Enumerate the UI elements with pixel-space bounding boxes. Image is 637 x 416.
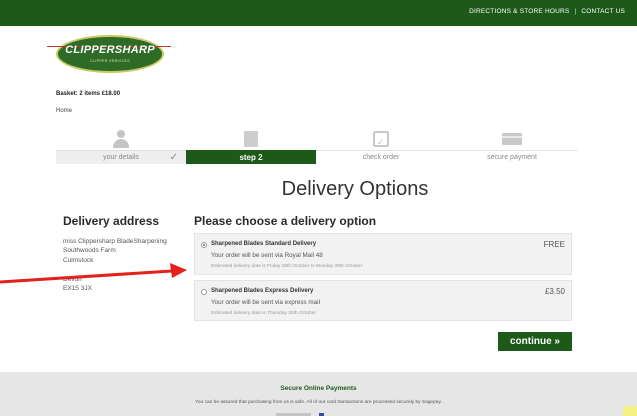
step-check-order: check order: [316, 128, 446, 164]
step-secure-payment: secure payment: [446, 128, 578, 164]
arrow-head: [170, 263, 187, 278]
step-label: check order: [316, 150, 446, 164]
option-name: Sharpened Blades Express Delivery: [211, 288, 314, 294]
option-description: Your order will be sent via Royal Mail 4…: [211, 252, 323, 259]
top-links-separator: |: [574, 8, 577, 15]
option-radio[interactable]: [201, 242, 207, 248]
contact-link[interactable]: CONTACT US: [581, 8, 625, 15]
footer-text: You can be assured that purchasing from …: [195, 400, 442, 405]
person-icon: [56, 128, 186, 149]
option-estimate: Estimated delivery date is Friday 26th O…: [211, 264, 363, 269]
address-line: miss Clippersharp BladeSharpening: [63, 238, 167, 245]
option-price: £3.50: [544, 287, 565, 296]
arrow-shaft: [0, 269, 173, 284]
logo-tagline: CLIPPER SERVICES: [90, 59, 130, 63]
step-label: secure payment: [446, 150, 578, 164]
step-label: your details: [103, 154, 139, 161]
bag-check-icon: [316, 128, 446, 152]
footer: Secure Online Payments You can be assure…: [0, 372, 637, 416]
option-estimate: Estimated delivery date is Thursday 25th…: [211, 311, 316, 316]
continue-button[interactable]: continue »: [498, 332, 572, 351]
basket-summary[interactable]: Basket: 2 items £18.00: [56, 91, 120, 97]
address-line: Southwoods Farm: [63, 247, 116, 255]
step-label: step 2: [186, 150, 316, 164]
option-radio[interactable]: [201, 289, 207, 295]
breadcrumb-home[interactable]: Home: [56, 108, 72, 114]
option-name: Sharpened Blades Standard Delivery: [211, 241, 317, 247]
site-logo[interactable]: CLIPPERSHARP CLIPPER SERVICES: [47, 35, 171, 75]
delivery-address-title: Delivery address: [63, 214, 160, 228]
credit-card-icon: [446, 128, 578, 148]
delivery-option-express[interactable]: Sharpened Blades Express Delivery Your o…: [194, 280, 572, 321]
corner-widget[interactable]: [623, 406, 637, 416]
checkmark-icon: ✓: [169, 152, 178, 163]
trolley-icon: [186, 128, 316, 148]
option-price: FREE: [543, 240, 565, 249]
option-description: Your order will be sent via express mail: [211, 299, 320, 306]
step-2: step 2: [186, 128, 316, 164]
delivery-option-standard[interactable]: Sharpened Blades Standard Delivery Your …: [194, 233, 572, 275]
red-arrow-annotation: [0, 263, 187, 284]
top-links: DIRECTIONS & STORE HOURS | CONTACT US: [469, 8, 625, 15]
directions-link[interactable]: DIRECTIONS & STORE HOURS: [469, 8, 569, 15]
top-bar: DIRECTIONS & STORE HOURS | CONTACT US: [0, 0, 637, 26]
checkout-steps: your details ✓ step 2 check order secure…: [56, 128, 578, 164]
footer-title: Secure Online Payments: [280, 385, 357, 392]
page-title: Delivery Options: [281, 178, 429, 200]
step-your-details: your details ✓: [56, 128, 186, 164]
delivery-options-title: Please choose a delivery option: [194, 214, 377, 228]
logo-name: CLIPPERSHARP: [65, 44, 155, 56]
